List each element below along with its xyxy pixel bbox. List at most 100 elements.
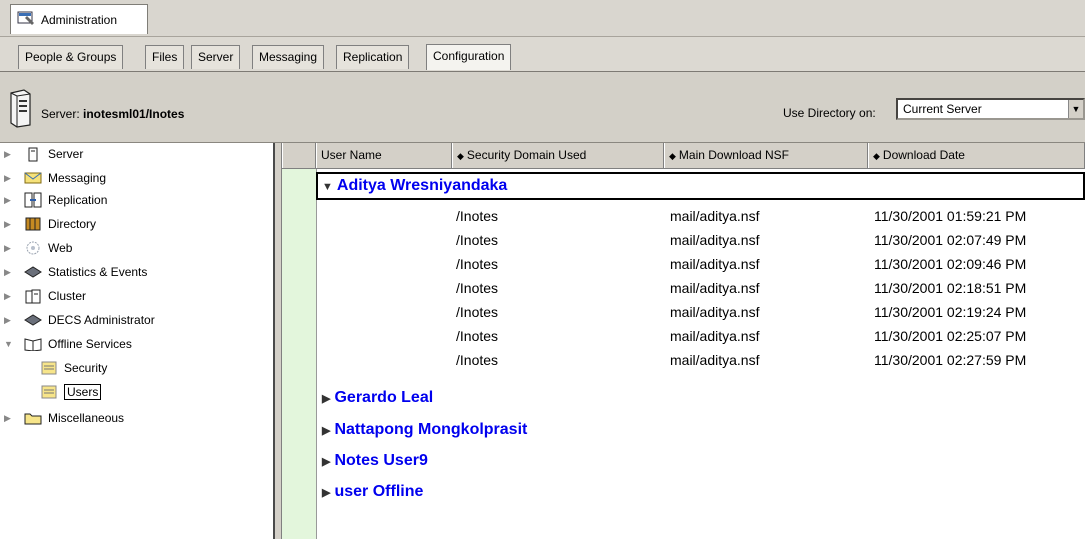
table-row[interactable]: /Inotes mail/aditya.nsf 11/30/2001 02:07… bbox=[316, 229, 1085, 253]
use-directory-label: Use Directory on: bbox=[783, 106, 876, 120]
expand-arrow-icon[interactable]: ▶ bbox=[4, 195, 14, 206]
table-row[interactable]: /Inotes mail/aditya.nsf 11/30/2001 02:27… bbox=[316, 349, 1085, 373]
chevron-down-icon[interactable]: ▼ bbox=[1068, 100, 1083, 118]
expand-twistie-icon[interactable]: ▶ bbox=[322, 425, 330, 437]
nav-label: Miscellaneous bbox=[48, 411, 125, 425]
collapse-twistie-icon[interactable]: ▼ bbox=[322, 181, 333, 193]
nav-item-web[interactable]: ▶ Web bbox=[0, 237, 72, 259]
cluster-icon bbox=[24, 288, 42, 304]
folder-icon bbox=[24, 410, 42, 426]
administration-window-tab[interactable]: Administration bbox=[10, 4, 148, 34]
category-notes-user9[interactable]: ▶ Notes User9 bbox=[322, 452, 428, 470]
nav-item-cluster[interactable]: ▶ Cluster bbox=[0, 285, 86, 307]
nav-label: Messaging bbox=[48, 171, 107, 185]
column-label: User Name bbox=[321, 148, 382, 162]
window-tab-strip bbox=[0, 0, 1085, 37]
server-icon bbox=[24, 146, 42, 162]
category-label: user Offline bbox=[334, 483, 424, 500]
category-label: Aditya Wresniyandaka bbox=[336, 177, 508, 194]
cell-domain: /Inotes bbox=[456, 256, 499, 272]
directory-icon bbox=[24, 216, 42, 232]
table-row[interactable]: /Inotes mail/aditya.nsf 11/30/2001 02:25… bbox=[316, 325, 1085, 349]
expand-arrow-icon[interactable]: ▶ bbox=[4, 243, 14, 254]
tab-bar: People & Groups Files Server Messaging R… bbox=[0, 37, 1085, 72]
view-icon bbox=[40, 384, 58, 400]
category-label: Nattapong Mongkolprasit bbox=[334, 421, 528, 438]
cell-nsf: mail/aditya.nsf bbox=[670, 304, 760, 320]
expand-arrow-icon[interactable]: ▶ bbox=[4, 149, 14, 160]
category-user-offline[interactable]: ▶ user Offline bbox=[322, 483, 423, 501]
column-header-download-date[interactable]: ◆ Download Date bbox=[868, 143, 1085, 168]
column-label: Security Domain Used bbox=[466, 148, 587, 162]
cell-date: 11/30/2001 02:18:51 PM bbox=[874, 280, 1027, 296]
cell-nsf: mail/aditya.nsf bbox=[670, 280, 760, 296]
nav-label: Server bbox=[48, 147, 84, 161]
expand-arrow-icon[interactable]: ▶ bbox=[4, 173, 14, 184]
sort-icon[interactable]: ◆ bbox=[873, 151, 880, 161]
pane-splitter[interactable] bbox=[275, 143, 282, 539]
cell-domain: /Inotes bbox=[456, 280, 499, 296]
cell-date: 11/30/2001 02:19:24 PM bbox=[874, 304, 1027, 320]
envelope-icon bbox=[24, 170, 42, 186]
expand-arrow-icon[interactable]: ▶ bbox=[4, 267, 14, 278]
nav-item-security[interactable]: Security bbox=[0, 357, 107, 379]
column-header-main-download-nsf[interactable]: ◆ Main Download NSF bbox=[664, 143, 868, 168]
sort-icon[interactable]: ◆ bbox=[457, 151, 464, 161]
table-row[interactable]: /Inotes mail/aditya.nsf 11/30/2001 02:09… bbox=[316, 253, 1085, 277]
cell-domain: /Inotes bbox=[456, 304, 499, 320]
tab-people-groups[interactable]: People & Groups bbox=[18, 45, 124, 69]
category-gerardo-leal[interactable]: ▶ Gerardo Leal bbox=[322, 389, 433, 407]
replication-icon bbox=[24, 192, 42, 208]
table-row[interactable]: /Inotes mail/aditya.nsf 11/30/2001 02:19… bbox=[316, 301, 1085, 325]
tab-files[interactable]: Files bbox=[145, 45, 185, 69]
decs-icon bbox=[24, 312, 42, 328]
cell-nsf: mail/aditya.nsf bbox=[670, 328, 760, 344]
expand-arrow-icon[interactable]: ▶ bbox=[4, 219, 14, 230]
directory-select-value: Current Server bbox=[903, 102, 982, 116]
nav-item-server[interactable]: ▶ Server bbox=[0, 143, 83, 165]
cell-date: 11/30/2001 02:07:49 PM bbox=[874, 232, 1027, 248]
cell-date: 11/30/2001 01:59:21 PM bbox=[874, 208, 1027, 224]
nav-item-statistics-events[interactable]: ▶ Statistics & Events bbox=[0, 261, 147, 283]
window-tab-label: Administration bbox=[41, 12, 118, 27]
nav-label: Offline Services bbox=[48, 337, 132, 351]
nav-label: Web bbox=[48, 241, 73, 255]
column-label: Download Date bbox=[882, 148, 965, 162]
nav-item-directory[interactable]: ▶ Directory bbox=[0, 213, 96, 235]
tab-replication[interactable]: Replication bbox=[336, 45, 410, 69]
nav-item-offline-services[interactable]: ▼ Offline Services bbox=[0, 333, 132, 355]
cell-domain: /Inotes bbox=[456, 232, 499, 248]
nav-item-decs-administrator[interactable]: ▶ DECS Administrator bbox=[0, 309, 155, 331]
expand-twistie-icon[interactable]: ▶ bbox=[322, 487, 330, 499]
category-label: Notes User9 bbox=[334, 452, 428, 469]
cell-domain: /Inotes bbox=[456, 328, 499, 344]
nav-label: Statistics & Events bbox=[48, 265, 148, 279]
category-nattapong-mongkolprasit[interactable]: ▶ Nattapong Mongkolprasit bbox=[322, 421, 527, 439]
expand-twistie-icon[interactable]: ▶ bbox=[322, 456, 330, 468]
cell-nsf: mail/aditya.nsf bbox=[670, 232, 760, 248]
nav-item-replication[interactable]: ▶ Replication bbox=[0, 189, 107, 211]
tab-server[interactable]: Server bbox=[191, 45, 241, 69]
expand-arrow-icon[interactable]: ▶ bbox=[4, 291, 14, 302]
tab-messaging[interactable]: Messaging bbox=[252, 45, 325, 69]
cell-domain: /Inotes bbox=[456, 208, 499, 224]
expand-arrow-icon[interactable]: ▶ bbox=[4, 315, 14, 326]
directory-select[interactable]: Current Server ▼ bbox=[896, 98, 1085, 120]
table-row[interactable]: /Inotes mail/aditya.nsf 11/30/2001 02:18… bbox=[316, 277, 1085, 301]
sort-icon[interactable]: ◆ bbox=[669, 151, 676, 161]
table-row[interactable]: /Inotes mail/aditya.nsf 11/30/2001 01:59… bbox=[316, 205, 1085, 229]
nav-item-miscellaneous[interactable]: ▶ Miscellaneous bbox=[0, 407, 124, 429]
collapse-arrow-icon[interactable]: ▼ bbox=[4, 339, 14, 349]
expand-twistie-icon[interactable]: ▶ bbox=[322, 393, 330, 405]
statistics-icon bbox=[24, 264, 42, 280]
cell-nsf: mail/aditya.nsf bbox=[670, 256, 760, 272]
column-header-user-name[interactable]: User Name bbox=[316, 143, 452, 168]
category-aditya-wresniyandaka[interactable]: ▼ Aditya Wresniyandaka bbox=[322, 177, 507, 195]
expand-arrow-icon[interactable]: ▶ bbox=[4, 413, 14, 424]
column-label: Main Download NSF bbox=[678, 148, 789, 162]
nav-item-users[interactable]: Users bbox=[0, 381, 102, 403]
nav-item-messaging[interactable]: ▶ Messaging bbox=[0, 167, 106, 189]
server-name: Server: inotesml01/Inotes bbox=[41, 107, 185, 121]
tab-configuration[interactable]: Configuration bbox=[426, 44, 512, 70]
column-header-security-domain[interactable]: ◆ Security Domain Used bbox=[452, 143, 664, 168]
